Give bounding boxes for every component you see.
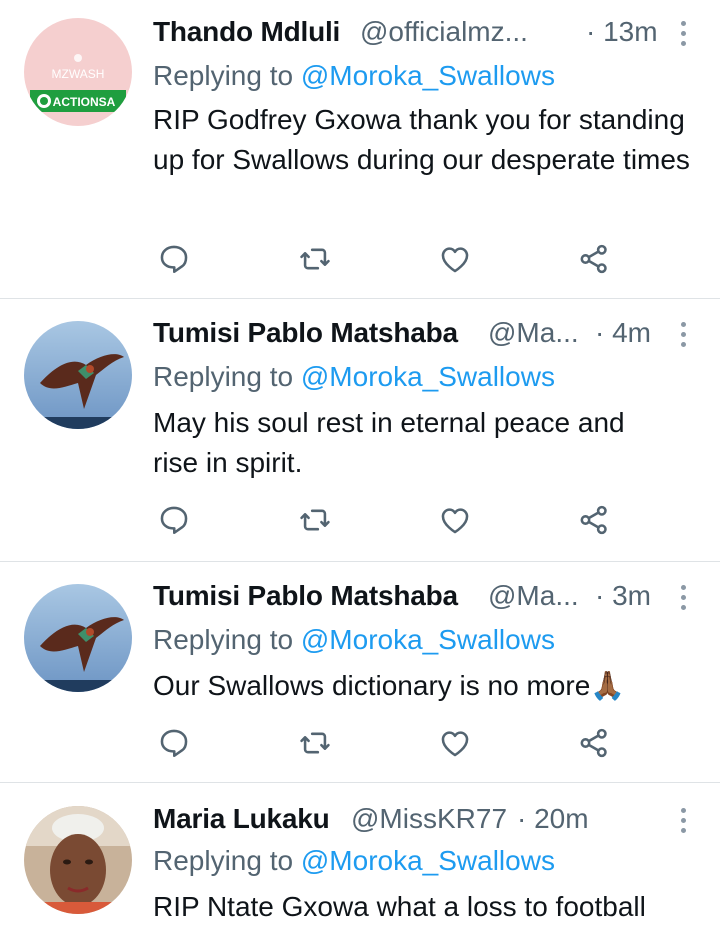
reply-icon[interactable]	[157, 503, 191, 537]
user-handle[interactable]: @MissKR77	[351, 803, 521, 835]
replying-to-label: Replying to	[153, 624, 301, 655]
tweet[interactable]: MZWASH ACTIONSA Thando Mdluli @officialm…	[0, 0, 720, 299]
tweet-text: RIP Godfrey Gxowa thank you for standing…	[153, 104, 690, 175]
more-icon[interactable]	[678, 321, 690, 349]
more-icon[interactable]	[678, 807, 690, 835]
timestamp[interactable]: · 20m	[517, 803, 589, 835]
mention-link[interactable]: @Moroka_Swallows	[301, 60, 555, 91]
retweet-icon[interactable]	[298, 242, 332, 276]
replying-to-label: Replying to	[153, 361, 301, 392]
display-name[interactable]: Maria Lukaku	[153, 803, 330, 835]
avatar[interactable]	[24, 584, 132, 692]
avatar[interactable]: MZWASH ACTIONSA	[24, 18, 132, 126]
tweet[interactable]: Tumisi Pablo Matshaba @Ma... · 4m Replyi…	[0, 299, 720, 562]
avatar-badge-text: ACTIONSA	[53, 95, 116, 109]
avatar-logo-text: MZWASH	[52, 67, 105, 81]
timestamp[interactable]: · 3m	[595, 580, 651, 612]
tweet-text: Our Swallows dictionary is no more🙏🏾	[153, 670, 626, 701]
share-icon[interactable]	[577, 503, 611, 537]
more-icon[interactable]	[678, 584, 690, 612]
like-icon[interactable]	[438, 503, 472, 537]
avatar[interactable]	[24, 321, 132, 429]
tweet-text: May his soul rest in eternal peace and r…	[153, 407, 625, 478]
mention-link[interactable]: @Moroka_Swallows	[301, 624, 555, 655]
like-icon[interactable]	[438, 242, 472, 276]
like-icon[interactable]	[438, 726, 472, 760]
avatar[interactable]	[24, 806, 132, 914]
replying-to: Replying to @Moroka_Swallows	[153, 361, 555, 393]
replying-to: Replying to @Moroka_Swallows	[153, 624, 555, 656]
retweet-icon[interactable]	[298, 726, 332, 760]
share-icon[interactable]	[577, 726, 611, 760]
replying-to: Replying to @Moroka_Swallows	[153, 845, 555, 877]
timestamp[interactable]: · 13m	[586, 16, 658, 48]
display-name[interactable]: Tumisi Pablo Matshaba	[153, 317, 458, 349]
timestamp[interactable]: · 4m	[595, 317, 651, 349]
replying-to: Replying to @Moroka_Swallows	[153, 60, 555, 92]
user-handle[interactable]: @officialmz...	[360, 16, 540, 48]
tweet[interactable]: Maria Lukaku @MissKR77 · 20m Replying to…	[0, 783, 720, 929]
display-name[interactable]: Thando Mdluli	[153, 16, 340, 48]
replying-to-label: Replying to	[153, 845, 301, 876]
reply-icon[interactable]	[157, 726, 191, 760]
user-handle[interactable]: @Ma...	[488, 317, 588, 349]
retweet-icon[interactable]	[298, 503, 332, 537]
share-icon[interactable]	[577, 242, 611, 276]
tweet-text: RIP Ntate Gxowa what a loss to football	[153, 891, 646, 922]
reply-icon[interactable]	[157, 242, 191, 276]
mention-link[interactable]: @Moroka_Swallows	[301, 845, 555, 876]
tweet[interactable]: Tumisi Pablo Matshaba @Ma... · 3m Replyi…	[0, 562, 720, 783]
display-name[interactable]: Tumisi Pablo Matshaba	[153, 580, 458, 612]
user-handle[interactable]: @Ma...	[488, 580, 588, 612]
mention-link[interactable]: @Moroka_Swallows	[301, 361, 555, 392]
more-icon[interactable]	[678, 20, 690, 48]
replying-to-label: Replying to	[153, 60, 301, 91]
